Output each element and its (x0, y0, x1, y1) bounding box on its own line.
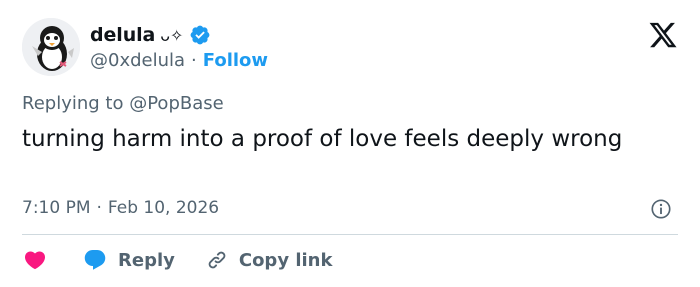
tweet-text: turning harm into a proof of love feels … (22, 126, 623, 152)
separator-dot: · (191, 49, 197, 71)
replying-prefix: Replying to (22, 93, 124, 114)
reply-bubble-icon (84, 250, 106, 270)
timestamp-separator: · (96, 198, 102, 218)
timestamp[interactable]: 7:10 PM · Feb 10, 2026 (22, 198, 219, 218)
tweet-card: delula ᴗ✧ @0xdelula · Follow Replying to… (0, 0, 700, 287)
x-logo-icon[interactable] (648, 20, 678, 50)
copy-link-button[interactable]: Copy link (205, 248, 333, 272)
verified-badge-icon (191, 25, 210, 45)
link-icon (208, 251, 226, 269)
name-decoration: ᴗ✧ (160, 25, 184, 45)
penguin-avatar-icon (22, 18, 80, 76)
divider (22, 234, 678, 235)
avatar[interactable] (22, 18, 80, 76)
replying-to: Replying to @PopBase (22, 93, 224, 114)
like-button[interactable] (22, 248, 82, 272)
info-icon[interactable] (650, 198, 672, 220)
user-handle[interactable]: @0xdelula (90, 50, 185, 71)
tweet-date: Feb 10, 2026 (107, 198, 220, 218)
reply-label: Reply (118, 249, 175, 271)
copy-link-label: Copy link (238, 249, 333, 271)
reply-mention-link[interactable]: @PopBase (129, 93, 223, 114)
follow-button[interactable]: Follow (203, 50, 268, 71)
tweet-time: 7:10 PM (22, 198, 91, 218)
heart-icon (24, 251, 46, 270)
action-bar: Reply Copy link (22, 246, 332, 274)
display-name[interactable]: delula (90, 24, 155, 46)
reply-button[interactable]: Reply (82, 248, 175, 272)
handle-row: @0xdelula · Follow (90, 48, 268, 72)
name-row: delula ᴗ✧ (90, 22, 211, 48)
